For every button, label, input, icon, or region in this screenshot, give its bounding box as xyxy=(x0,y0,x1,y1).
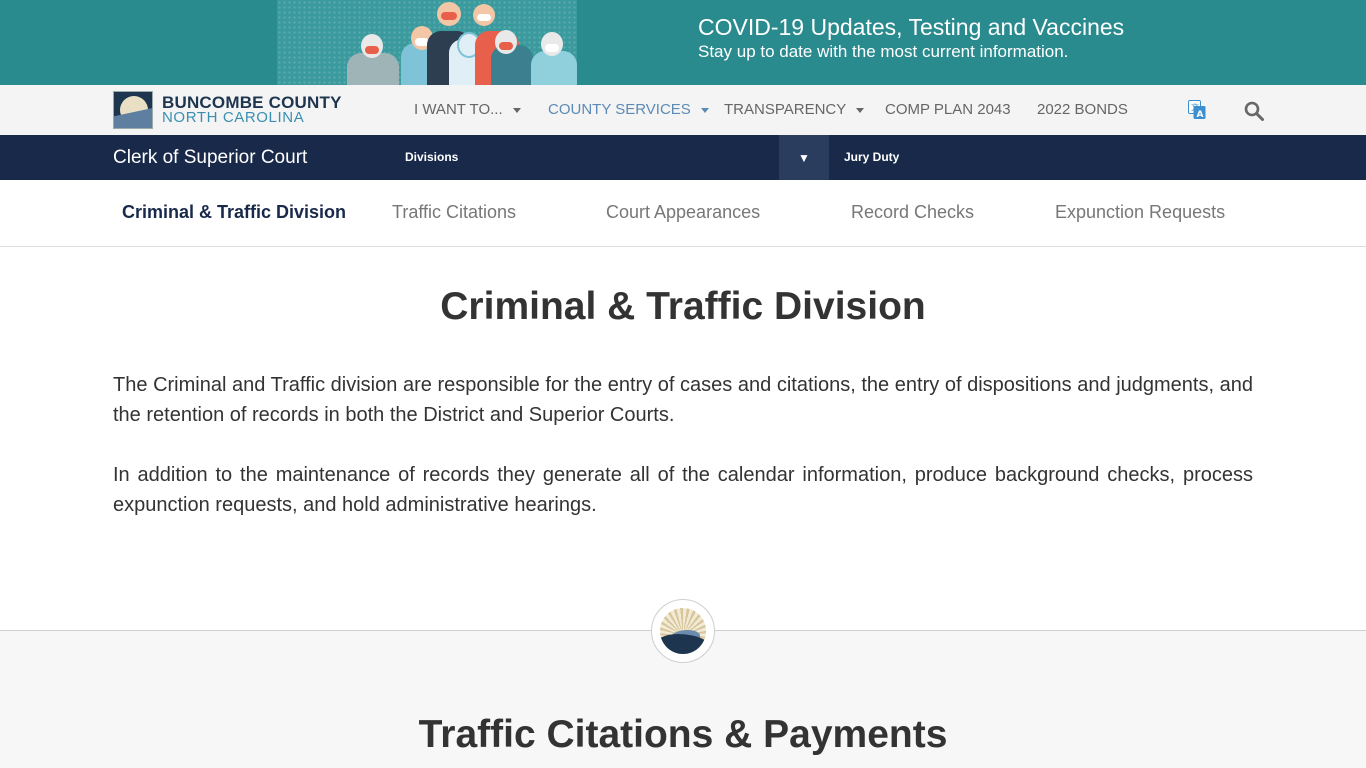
tab-record-checks[interactable]: Record Checks xyxy=(851,202,974,223)
page-title: Criminal & Traffic Division xyxy=(440,285,926,328)
nav-item-label: I WANT TO... xyxy=(414,101,503,118)
body-paragraph: In addition to the maintenance of record… xyxy=(113,464,1253,516)
divisions-dropdown-toggle[interactable]: ▼ xyxy=(779,135,829,180)
translate-icon[interactable]: 文 A xyxy=(1188,100,1206,120)
nav-item-bonds[interactable]: 2022 BONDS xyxy=(1037,101,1128,118)
caret-down-icon xyxy=(700,107,709,113)
county-logo-icon[interactable] xyxy=(113,91,153,129)
nav-item-label: COUNTY SERVICES xyxy=(548,101,691,118)
nav-item-comp-plan[interactable]: COMP PLAN 2043 xyxy=(885,101,1011,118)
tab-traffic-citations[interactable]: Traffic Citations xyxy=(392,202,516,223)
brand-state[interactable]: NORTH CAROLINA xyxy=(162,109,304,126)
banner-subtitle[interactable]: Stay up to date with the most current in… xyxy=(698,42,1068,62)
main-navigation: BUNCOMBE COUNTY NORTH CAROLINA I WANT TO… xyxy=(0,85,1366,135)
tab-court-appearances[interactable]: Court Appearances xyxy=(606,202,760,223)
divisions-menu[interactable]: Divisions xyxy=(405,150,458,164)
section-title: Traffic Citations & Payments xyxy=(418,713,948,756)
nav-item-i-want-to[interactable]: I WANT TO... xyxy=(414,101,521,118)
healthcare-workers-illustration xyxy=(277,0,577,85)
caret-down-icon xyxy=(512,107,521,113)
nav-item-county-services[interactable]: COUNTY SERVICES xyxy=(548,101,709,118)
tab-criminal-traffic-division[interactable]: Criminal & Traffic Division xyxy=(122,202,346,223)
covid-banner[interactable]: COVID-19 Updates, Testing and Vaccines S… xyxy=(0,0,1366,85)
division-tabs: Criminal & Traffic Division Traffic Cita… xyxy=(0,180,1366,247)
banner-title[interactable]: COVID-19 Updates, Testing and Vaccines xyxy=(698,14,1124,41)
tab-expunction-requests[interactable]: Expunction Requests xyxy=(1055,202,1225,223)
nav-item-label: COMP PLAN 2043 xyxy=(885,101,1011,118)
search-icon[interactable] xyxy=(1244,101,1264,121)
nav-item-transparency[interactable]: TRANSPARENCY xyxy=(724,101,865,118)
nav-item-label: 2022 BONDS xyxy=(1037,101,1128,118)
body-paragraph: The Criminal and Traffic division are re… xyxy=(113,374,1253,426)
jury-duty-link[interactable]: Jury Duty xyxy=(844,150,899,164)
department-bar: Clerk of Superior Court Divisions ▼ Jury… xyxy=(0,135,1366,193)
county-seal-icon xyxy=(651,599,715,663)
svg-text:A: A xyxy=(1197,110,1204,120)
department-title[interactable]: Clerk of Superior Court xyxy=(113,147,307,169)
nav-item-label: TRANSPARENCY xyxy=(724,101,847,118)
caret-down-icon xyxy=(856,107,865,113)
